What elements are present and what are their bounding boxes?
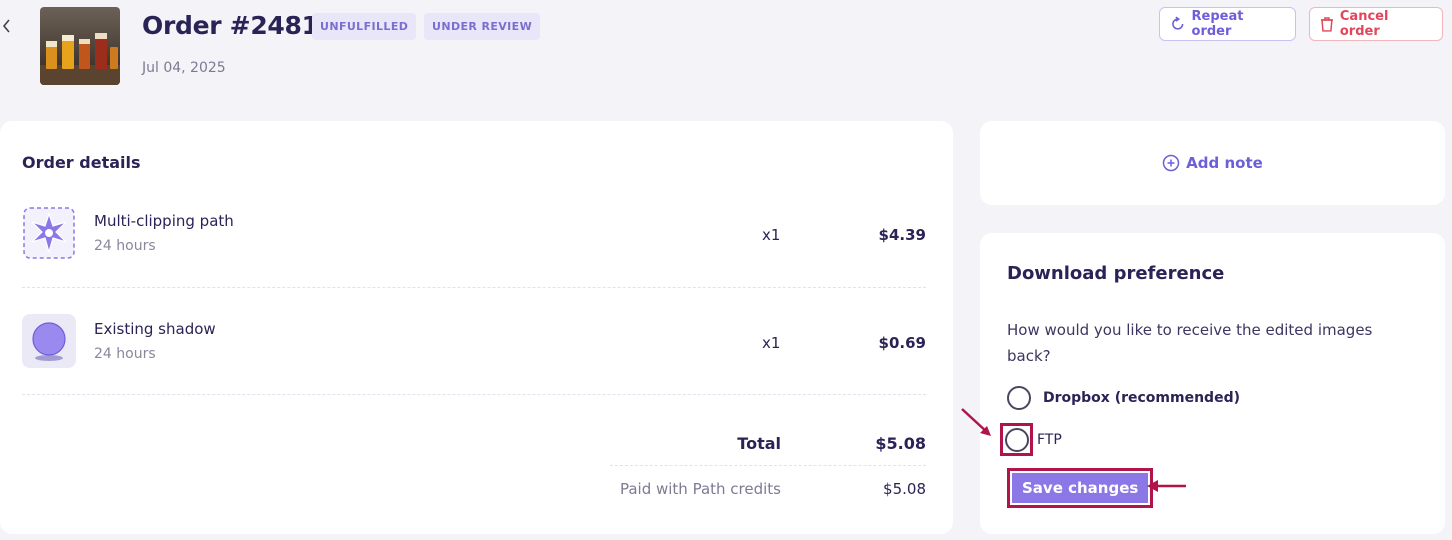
- order-item: Existing shadow 24 hours x1 $0.69: [22, 314, 926, 384]
- highlight-box: Save changes: [1007, 468, 1154, 508]
- summary-divider: [610, 465, 926, 466]
- download-preference-question: How would you like to receive the edited…: [1007, 321, 1373, 365]
- item-divider: [22, 394, 926, 395]
- item-divider: [22, 287, 926, 288]
- order-title: Order #2481: [142, 11, 319, 40]
- item-quantity: x1: [762, 226, 781, 244]
- total-label: Total: [737, 434, 781, 453]
- existing-shadow-icon: [22, 314, 76, 368]
- download-preference-card: Download preference How would you like t…: [980, 233, 1445, 534]
- item-price: $0.69: [878, 334, 926, 352]
- chevron-left-icon: [2, 19, 10, 33]
- item-name: Existing shadow: [94, 320, 216, 338]
- order-date: Jul 04, 2025: [142, 60, 226, 76]
- order-details-title: Order details: [22, 153, 141, 172]
- item-turnaround: 24 hours: [94, 346, 156, 362]
- highlight-box: [1000, 423, 1033, 456]
- status-badge-under-review: UNDER REVIEW: [424, 13, 541, 40]
- annotation-arrow-icon: [1147, 480, 1186, 492]
- item-price: $4.39: [878, 226, 926, 244]
- save-changes-button[interactable]: Save changes: [1012, 473, 1149, 503]
- item-name: Multi-clipping path: [94, 212, 234, 230]
- radio-button[interactable]: [1004, 427, 1029, 452]
- repeat-order-label: Repeat order: [1191, 9, 1244, 39]
- add-note-label: Add note: [1186, 154, 1263, 172]
- plus-circle-icon: [1162, 154, 1180, 172]
- radio-option-ftp[interactable]: FTP: [1000, 423, 1062, 456]
- radio-label-dropbox: Dropbox (recommended): [1043, 390, 1240, 406]
- annotation-arrow-icon: [961, 408, 991, 436]
- radio-label-ftp: FTP: [1037, 431, 1062, 448]
- radio-option-dropbox[interactable]: Dropbox (recommended): [1007, 386, 1240, 410]
- cancel-order-label: Cancel order: [1339, 9, 1389, 39]
- trash-icon: [1320, 17, 1333, 32]
- back-button[interactable]: [0, 14, 14, 38]
- repeat-icon: [1172, 16, 1184, 30]
- status-badge-unfulfilled: UNFULFILLED: [312, 13, 417, 40]
- multi-clipping-path-icon: [22, 206, 76, 260]
- total-value: $5.08: [875, 434, 926, 453]
- order-details-card: Order details Multi-clipping path 24 hou…: [0, 121, 953, 534]
- repeat-order-button[interactable]: Repeat order: [1159, 7, 1296, 41]
- item-turnaround: 24 hours: [94, 238, 156, 254]
- note-card: Add note: [980, 121, 1445, 205]
- radio-button[interactable]: [1007, 386, 1031, 410]
- order-thumbnail: [40, 7, 120, 85]
- paid-with-label: Paid with Path credits: [619, 480, 781, 498]
- add-note-button[interactable]: Add note: [1162, 154, 1263, 172]
- order-item: Multi-clipping path 24 hours x1 $4.39: [22, 206, 926, 276]
- item-quantity: x1: [762, 334, 781, 352]
- download-preference-title: Download preference: [1007, 263, 1225, 284]
- paid-value: $5.08: [883, 480, 926, 498]
- cancel-order-button[interactable]: Cancel order: [1309, 7, 1443, 41]
